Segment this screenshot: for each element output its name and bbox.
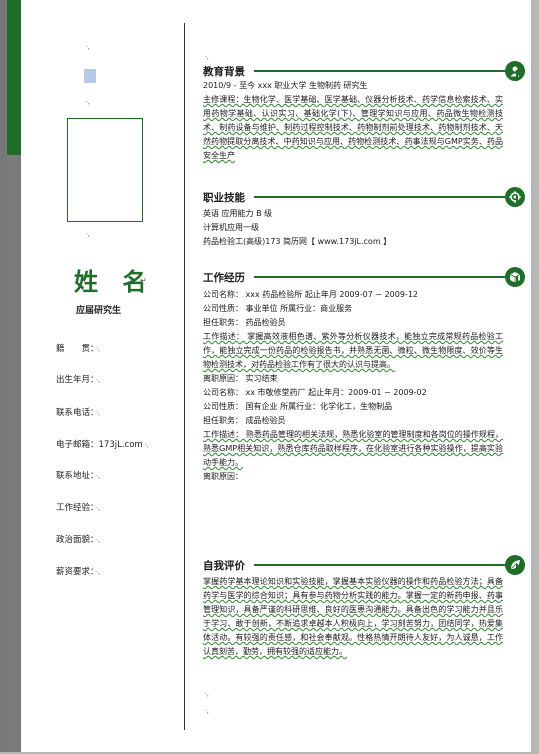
job1-position: 担任职务： 药品检验员 <box>203 318 286 327</box>
job2-desc: 工作描述： 熟悉药品管理的相关法规，熟悉化验室的管理制度和各岗位的操作规程，熟悉… <box>203 430 503 467</box>
box-icon <box>505 267 525 287</box>
job1-desc: 工作描述： 掌握高效液相色谱、紫外等分析仪器技术，能独立完成常规药品检验工作，能… <box>203 332 503 369</box>
job1-company: 公司名称： xxx 药品检验所 起止年月 2009-07 ~ 2009-12 <box>203 290 419 299</box>
section-title-education: 教育背景 <box>203 66 245 78</box>
section-connector <box>516 196 518 206</box>
section-title-self: 自我评价 <box>203 560 245 572</box>
left-gray-strip <box>0 0 7 752</box>
photo-frame[interactable] <box>67 118 143 222</box>
job2-company: 公司名称： xx 市敬修堂药厂 起止年月：2009-01 ~ 2009-02 <box>203 388 427 397</box>
text-selection <box>84 69 96 83</box>
job2-nature: 公司性质： 国有企业 所属行业：化学化工，生物制品 <box>203 402 393 411</box>
target-icon <box>505 187 525 207</box>
work-content: 公司名称： xxx 药品检验所 起止年月 2009-07 ~ 2009-12 公… <box>203 288 503 484</box>
candidate-title: 应届研究生 <box>76 306 122 316</box>
section-rule <box>254 196 505 198</box>
leaf-icon <box>505 555 525 575</box>
job2-reason: 离职原因： <box>203 472 243 481</box>
field-salary: 薪资要求： ·, <box>56 567 101 577</box>
field-hometown: 籍 贯： ·, <box>56 344 101 354</box>
education-line: 2010/9 - 至今 xxx 职业大学 生物制药 研究生 <box>203 81 368 90</box>
return-mark: ↵ <box>140 276 147 285</box>
paragraph-mark: ·, <box>86 231 90 238</box>
graduate-icon <box>505 61 525 81</box>
job2-position: 担任职务： 成品检验员 <box>203 416 286 425</box>
section-title-work: 工作经历 <box>203 272 245 284</box>
field-address: 联系地址： ·, <box>56 471 101 481</box>
section-connector <box>516 564 518 574</box>
paragraph-mark: ·, <box>205 54 209 61</box>
paragraph-mark: ·, <box>86 44 90 51</box>
section-title-skills: 职业技能 <box>203 192 245 204</box>
left-green-strip <box>7 15 21 155</box>
section-rule <box>254 564 505 566</box>
paragraph-mark: ·, <box>205 708 209 715</box>
section-rule <box>254 276 505 278</box>
self-text: 掌握药学基本理论知识和实验技能，掌握基本实验仪器的操作和药品检验方法；具备药学与… <box>203 577 503 656</box>
job1-reason: 离职原因： 实习结束 <box>203 374 278 383</box>
resume-page: ·, ·, ·, 姓 名 ↵ 应届研究生 籍 贯： ·, 出生年月： ·, 联系电话… <box>0 0 531 752</box>
education-courses: 主修课程：生物化学、医学基础、医学基础、仪器分析技术、药学信息检索技术、实用药物… <box>203 95 503 160</box>
green-strip-top <box>7 0 21 15</box>
field-experience: 工作经验： ·, <box>56 503 101 513</box>
education-content: 2010/9 - 至今 xxx 职业大学 生物制药 研究生 主修课程：生物化学、… <box>203 79 503 163</box>
field-birth: 出生年月： ·, <box>56 375 101 385</box>
skill-item: 药品检验工(高级)173 简历网【 www.173jL.com 】 <box>203 237 392 246</box>
skills-content: 英语 应用能力 B 级 计算机应用一级 药品检验工(高级)173 简历网【 ww… <box>203 207 503 249</box>
column-divider <box>184 23 185 730</box>
job1-nature: 公司性质： 事业单位 所属行业：商业服务 <box>203 304 353 313</box>
paragraph-mark: ·, <box>86 99 90 106</box>
section-connector <box>516 276 518 286</box>
left-gray-strip-lower <box>7 155 21 752</box>
field-political: 政治面貌： ·, <box>56 535 101 545</box>
skill-item: 计算机应用一级 <box>203 223 259 232</box>
skill-item: 英语 应用能力 B 级 <box>203 209 273 218</box>
field-phone: 联系电话： ·, <box>56 408 101 418</box>
self-content: 掌握药学基本理论知识和实验技能，掌握基本实验仪器的操作和药品检验方法；具备药学与… <box>203 575 503 659</box>
field-email: 电子邮箱：173jL.com ·, <box>56 440 149 450</box>
section-rule <box>254 70 505 72</box>
section-connector <box>516 70 518 81</box>
paragraph-mark: ·, <box>205 691 209 698</box>
